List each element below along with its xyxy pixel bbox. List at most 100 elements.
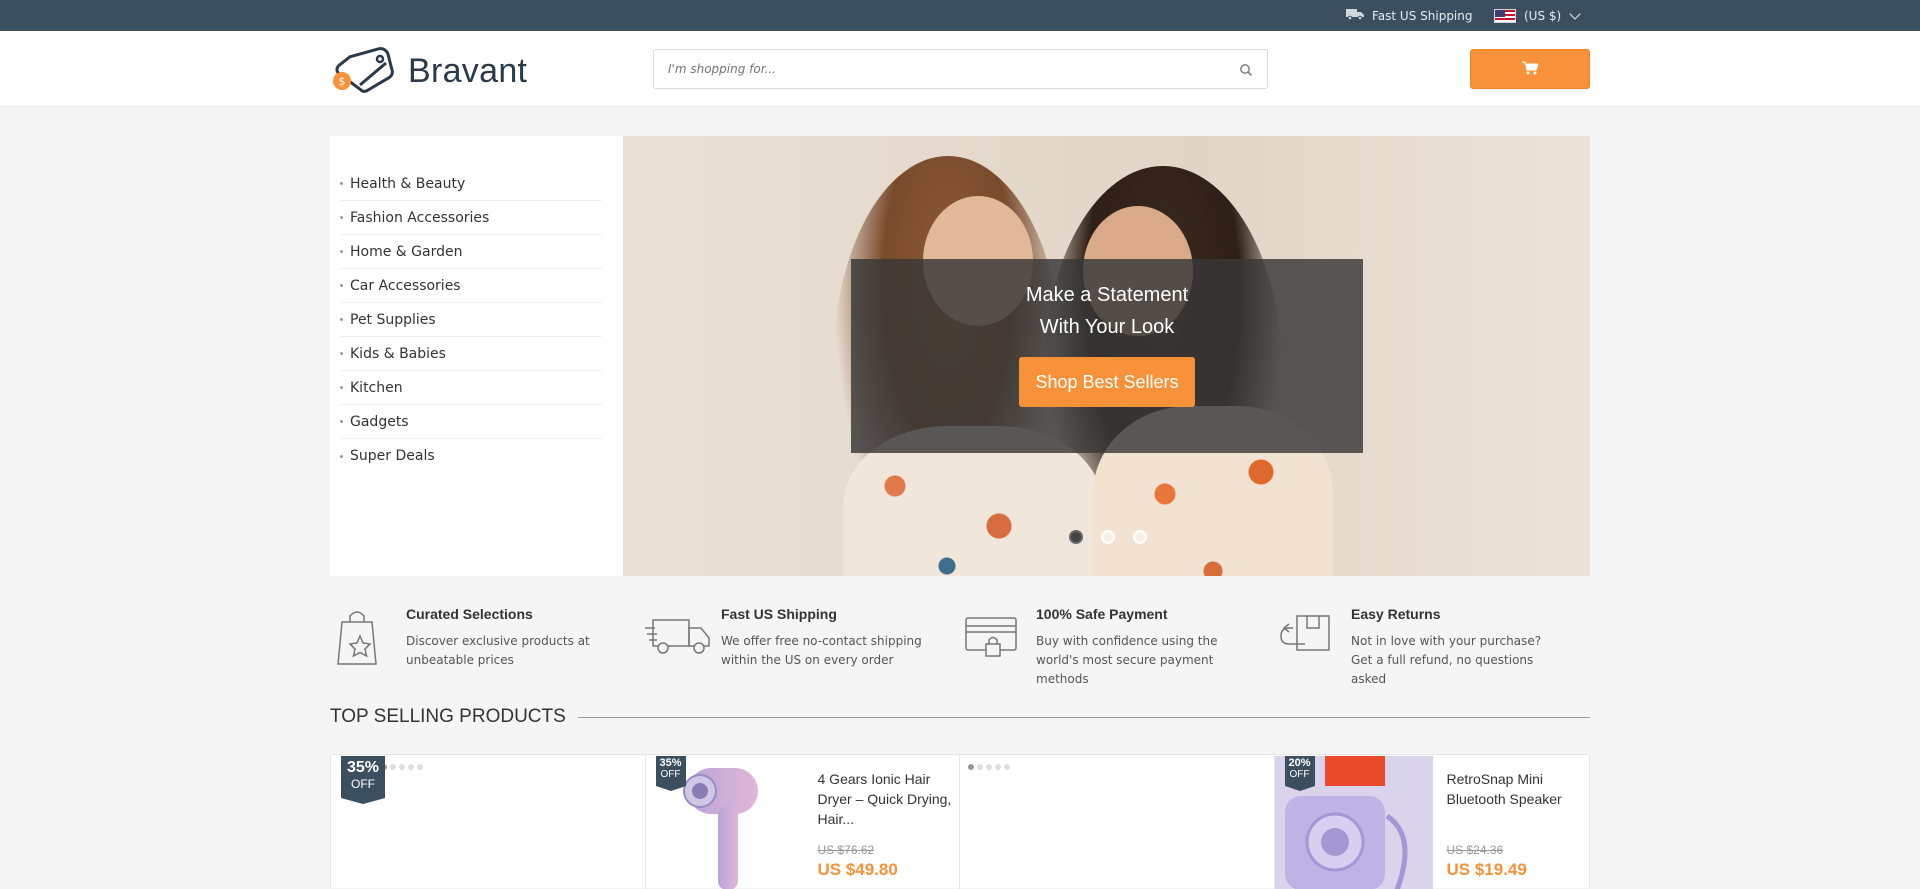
- category-item-home-garden[interactable]: Home & Garden: [340, 235, 602, 269]
- feature-title: Easy Returns: [1351, 606, 1441, 622]
- category-item-kids-babies[interactable]: Kids & Babies: [340, 337, 602, 371]
- slider-dot-1[interactable]: [1069, 530, 1083, 544]
- shipping-notice: Fast US Shipping: [1346, 0, 1473, 31]
- product-card[interactable]: 35% OFF: [331, 755, 646, 889]
- feature-strip: Curated Selections Discover exclusive pr…: [330, 604, 1590, 689]
- cart-icon: [1522, 60, 1539, 79]
- bullet: [340, 250, 343, 253]
- discount-percent: 20%: [1288, 757, 1311, 769]
- category-label: Gadgets: [350, 413, 409, 430]
- image-dot[interactable]: [399, 764, 405, 770]
- category-label: Kids & Babies: [350, 345, 446, 362]
- currency-selector[interactable]: (US $): [1494, 0, 1581, 31]
- divider: [577, 716, 1590, 718]
- category-item-super-deals[interactable]: Super Deals: [340, 439, 602, 473]
- category-item-pet-supplies[interactable]: Pet Supplies: [340, 303, 602, 337]
- product-card[interactable]: 35% OFF 4 Gears Ionic Hair Dryer – Quick…: [646, 755, 960, 889]
- hero-title-line2: With Your Look: [1039, 316, 1175, 338]
- discount-percent: 35%: [659, 757, 682, 769]
- feature-curated: Curated Selections Discover exclusive pr…: [330, 604, 645, 689]
- return-box-icon: [1275, 604, 1337, 666]
- logo-text: Bravant: [408, 51, 528, 90]
- truck-icon: [1346, 8, 1364, 23]
- hero-caption: Make a Statement With Your Look Shop Bes…: [851, 259, 1363, 453]
- category-label: Health & Beauty: [350, 175, 466, 192]
- image-dot[interactable]: [986, 764, 992, 770]
- feature-text: Not in love with your purchase? Get a fu…: [1351, 634, 1542, 686]
- bullet: [340, 420, 343, 423]
- category-menu: Health & Beauty Fashion Accessories Home…: [330, 136, 623, 576]
- product-price: US $19.49: [1446, 860, 1527, 879]
- feature-text: Discover exclusive products at unbeatabl…: [406, 634, 590, 667]
- shopping-bag-star-icon: [330, 604, 392, 666]
- product-info: 4 Gears Ionic Hair Dryer – Quick Drying,…: [818, 769, 953, 880]
- category-label: Fashion Accessories: [350, 209, 490, 226]
- product-name[interactable]: 4 Gears Ionic Hair Dryer – Quick Drying,…: [818, 769, 953, 829]
- section-title: TOP SELLING PRODUCTS: [330, 706, 566, 727]
- feature-title: 100% Safe Payment: [1036, 606, 1168, 622]
- image-dot[interactable]: [977, 764, 983, 770]
- top-selling-heading: TOP SELLING PRODUCTS: [330, 706, 1590, 728]
- product-old-price: US $24.36: [1446, 843, 1504, 857]
- feature-returns: Easy Returns Not in love with your purch…: [1275, 604, 1590, 689]
- hero-title-line1: Make a Statement: [1025, 284, 1189, 306]
- category-item-car-accessories[interactable]: Car Accessories: [340, 269, 602, 303]
- product-name[interactable]: RetroSnap Mini Bluetooth Speaker: [1447, 769, 1582, 809]
- image-dots: [968, 764, 1010, 770]
- bullet: [340, 216, 343, 219]
- image-dot[interactable]: [968, 764, 974, 770]
- discount-badge: 35% OFF: [655, 756, 686, 791]
- image-dot[interactable]: [390, 764, 396, 770]
- product-carousel: 35% OFF 35% OFF 4 Gears Ionic Hair Dryer…: [330, 754, 1590, 889]
- hero-slider[interactable]: Make a Statement With Your Look Shop Bes…: [623, 136, 1590, 576]
- slider-dot-3[interactable]: [1133, 530, 1147, 544]
- image-dot[interactable]: [1004, 764, 1010, 770]
- feature-text: Buy with confidence using the world's mo…: [1036, 634, 1218, 686]
- bullet: [340, 454, 343, 458]
- category-label: Kitchen: [350, 379, 403, 396]
- shop-best-sellers-button[interactable]: Shop Best Sellers: [1019, 357, 1195, 407]
- top-bar: Fast US Shipping (US $): [0, 0, 1920, 31]
- feature-title: Curated Selections: [406, 606, 533, 622]
- category-label: Pet Supplies: [350, 311, 436, 328]
- category-item-fashion-accessories[interactable]: Fashion Accessories: [340, 201, 602, 235]
- category-item-kitchen[interactable]: Kitchen: [340, 371, 602, 405]
- product-card[interactable]: [960, 755, 1275, 889]
- search-icon[interactable]: [1239, 62, 1253, 81]
- bullet: [340, 352, 343, 355]
- discount-badge: 20% OFF: [1284, 756, 1315, 791]
- shipping-label: Fast US Shipping: [1372, 8, 1473, 23]
- search-bar: [653, 49, 1268, 89]
- cart-button[interactable]: [1470, 49, 1590, 89]
- discount-badge: 35% OFF: [341, 756, 385, 804]
- image-dot[interactable]: [417, 764, 423, 770]
- hero-title: Make a Statement With Your Look: [851, 279, 1363, 343]
- feature-payment: 100% Safe Payment Buy with confidence us…: [960, 604, 1275, 689]
- image-dot[interactable]: [408, 764, 414, 770]
- slider-dots: [1069, 530, 1147, 544]
- chevron-down-icon: [1569, 7, 1581, 20]
- discount-percent: 35%: [346, 759, 380, 776]
- feature-text: We offer free no-contact shipping within…: [721, 634, 922, 667]
- product-old-price: US $76.62: [817, 843, 875, 857]
- category-item-gadgets[interactable]: Gadgets: [340, 405, 602, 439]
- product-price: US $49.80: [817, 860, 898, 879]
- bullet: [340, 386, 343, 389]
- slider-dot-2[interactable]: [1101, 530, 1115, 544]
- product-card[interactable]: 20% OFF RetroSnap Mini Bluetooth Speaker…: [1274, 755, 1590, 889]
- site-header: $ Bravant: [0, 31, 1920, 107]
- category-item-health-beauty[interactable]: Health & Beauty: [340, 167, 602, 201]
- category-label: Car Accessories: [350, 277, 461, 294]
- bullet: [340, 182, 343, 185]
- us-flag-icon: [1494, 8, 1516, 23]
- image-dot[interactable]: [995, 764, 1001, 770]
- bullet: [340, 284, 343, 287]
- secure-card-icon: [960, 604, 1022, 666]
- search-input[interactable]: [654, 50, 1214, 88]
- category-label: Home & Garden: [350, 243, 463, 260]
- logo[interactable]: $ Bravant: [330, 45, 527, 97]
- bullet: [340, 318, 343, 321]
- image-dots: [381, 764, 423, 770]
- currency-label: (US $): [1524, 8, 1562, 23]
- discount-off: OFF: [1289, 769, 1310, 780]
